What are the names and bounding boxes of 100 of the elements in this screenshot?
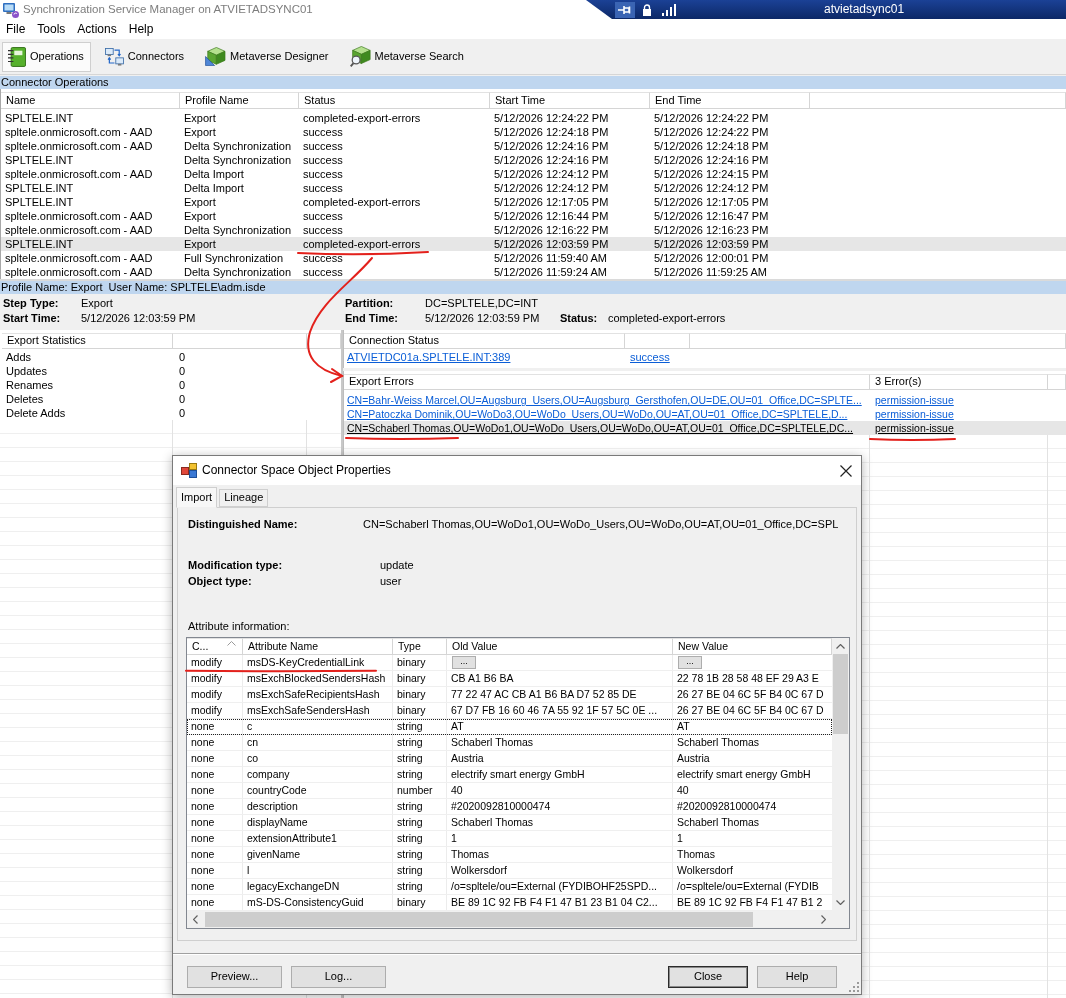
old-value-cell: 40 xyxy=(451,783,463,798)
field-label: Step Type: xyxy=(3,296,59,311)
column-header[interactable]: Status xyxy=(299,92,490,109)
attribute-row[interactable]: none givenName string Thomas Thomas xyxy=(187,847,832,863)
attribute-row[interactable]: modify msExchBlockedSendersHash binary CB A1 B6 BA 22 78 1B 28 58 48 EF 29 A3 E xyxy=(187,671,832,687)
column-header[interactable]: Attribute Name xyxy=(243,638,393,655)
attribute-row[interactable]: modify msDS-KeyCredentialLink binary ... ... xyxy=(187,655,832,671)
toolbar-button[interactable]: Metaverse Search xyxy=(343,41,471,72)
statistic-name: Renames xyxy=(6,378,54,392)
attribute-row[interactable]: none c string AT AT xyxy=(187,719,832,735)
menu-item[interactable]: Actions xyxy=(71,20,123,39)
vertical-scrollbar[interactable] xyxy=(832,638,849,911)
column-header[interactable]: Export Errors xyxy=(344,374,870,390)
column-header[interactable]: Connection Status xyxy=(344,333,625,349)
dialog-button[interactable]: Help xyxy=(757,966,837,988)
linked-computers-icon xyxy=(104,47,124,66)
attribute-row[interactable]: none countryCode number 40 40 xyxy=(187,783,832,799)
resize-grip-icon[interactable] xyxy=(848,981,859,992)
server-link[interactable]: ATVIETDC01a.SPLTELE.INT:389 xyxy=(347,350,511,364)
start-time-cell: 5/12/2026 12:24:16 PM xyxy=(494,153,609,167)
profile-name-cell: Delta Synchronization xyxy=(184,223,291,237)
value-button[interactable]: ... xyxy=(452,656,476,669)
result-link[interactable]: success xyxy=(630,350,670,364)
operation-row[interactable]: spltele.onmicrosoft.com - AAD Full Synchronization success 5/12/2026 11:59:40 AM 5/12/2026 12:00:01 PM xyxy=(1,251,1066,265)
error-row[interactable]: CN=Schaberl Thomas,OU=WoDo1,OU=WoDo_Users,OU=WoDo,OU=AT,OU=01_Office,DC=SPLTELE,DC... permission-issue xyxy=(344,421,1066,435)
attribute-row[interactable]: none description string #2020092810000474 #2020092810000474 xyxy=(187,799,832,815)
scroll-thumb[interactable] xyxy=(833,654,848,734)
operation-row[interactable]: SPLTELE.INT Export completed-export-errors 5/12/2026 12:24:22 PM 5/12/2026 12:24:22 PM xyxy=(1,111,1066,125)
operation-row[interactable]: SPLTELE.INT Export completed-export-errors 5/12/2026 12:17:05 PM 5/12/2026 12:17:05 PM xyxy=(1,195,1066,209)
statistic-name: Delete Adds xyxy=(6,406,66,420)
new-value-cell: Schaberl Thomas xyxy=(677,735,760,750)
object-dn-link[interactable]: CN=Patoczka Dominik,OU=WoDo3,OU=WoDo_Users,OU=WoDo,OU=AT,OU=01_Office,DC=SPLTELE,D... xyxy=(347,407,848,421)
operation-row[interactable]: SPLTELE.INT Export completed-export-errors 5/12/2026 12:03:59 PM 5/12/2026 12:03:59 PM xyxy=(1,237,1066,251)
tab[interactable]: Import xyxy=(176,487,218,508)
scroll-thumb[interactable] xyxy=(205,912,753,927)
attribute-row[interactable]: none legacyExchangeDN string /o=spltele/ou=External (FYDIBOHF25SPD... /o=spltele/ou=External (FYDIB xyxy=(187,879,832,895)
tab[interactable]: Lineage xyxy=(219,489,269,507)
scroll-down-icon[interactable] xyxy=(836,900,845,905)
column-header[interactable]: Old Value xyxy=(447,638,673,655)
scroll-right-icon[interactable] xyxy=(821,915,826,924)
operation-row[interactable]: spltele.onmicrosoft.com - AAD Delta Synchronization success 5/12/2026 12:24:16 PM 5/12/2026 12:24:18 PM xyxy=(1,139,1066,153)
column-header[interactable]: Export Statistics xyxy=(2,333,173,349)
toolbar-button[interactable]: Metaverse Designer xyxy=(199,41,336,72)
toolbar-button[interactable]: Connectors xyxy=(98,41,192,72)
error-row[interactable]: CN=Patoczka Dominik,OU=WoDo3,OU=WoDo_Users,OU=WoDo,OU=AT,OU=01_Office,DC=SPLTELE,D... permission-issue xyxy=(344,407,1066,421)
attribute-row[interactable]: none l string Wolkersdorf Wolkersdorf xyxy=(187,863,832,879)
pin-icon[interactable] xyxy=(615,1,635,18)
operation-row[interactable]: spltele.onmicrosoft.com - AAD Export success 5/12/2026 12:16:44 PM 5/12/2026 12:16:47 PM xyxy=(1,209,1066,223)
horizontal-scrollbar[interactable] xyxy=(187,911,832,928)
section-label: Attribute information: xyxy=(188,619,290,633)
dialog-button[interactable]: Close xyxy=(668,966,748,988)
column-header[interactable]: C... xyxy=(187,638,243,655)
statistic-value: 0 xyxy=(179,378,186,392)
attribute-row[interactable]: none cn string Schaberl Thomas Schaberl Thomas xyxy=(187,735,832,751)
lock-icon[interactable] xyxy=(642,3,652,16)
column-header[interactable]: Name xyxy=(1,92,180,109)
new-value-cell: /o=spltele/ou=External (FYDIB xyxy=(677,879,819,894)
operation-row[interactable]: spltele.onmicrosoft.com - AAD Delta Import success 5/12/2026 12:24:12 PM 5/12/2026 12:24:15 PM xyxy=(1,167,1066,181)
scroll-up-icon[interactable] xyxy=(836,644,845,649)
change-type-cell: none xyxy=(191,831,215,846)
column-header[interactable]: Start Time xyxy=(490,92,650,109)
object-dn-link[interactable]: CN=Schaberl Thomas,OU=WoDo1,OU=WoDo_Users,OU=WoDo,OU=AT,OU=01_Office,DC=SPLTELE,DC... xyxy=(347,421,854,435)
dialog-button[interactable]: Log... xyxy=(291,966,386,988)
object-dn-link[interactable]: CN=Bahr-Weiss Marcel,OU=Augsburg_Users,OU=Augsburg_Gersthofen,OU=DE,OU=01_Office,DC=SPLTE... xyxy=(347,393,862,407)
column-header[interactable]: Type xyxy=(393,638,447,655)
menu-item[interactable]: Tools xyxy=(31,20,72,39)
field-value: update xyxy=(380,559,414,573)
status-cell: completed-export-errors xyxy=(303,195,421,209)
attribute-row[interactable]: none company string electrify smart energy GmbH electrify smart energy GmbH xyxy=(187,767,832,783)
column-header[interactable] xyxy=(307,333,341,349)
operation-row[interactable]: SPLTELE.INT Delta Import success 5/12/2026 12:24:12 PM 5/12/2026 12:24:12 PM xyxy=(1,181,1066,195)
attribute-row[interactable]: none displayName string Schaberl Thomas Schaberl Thomas xyxy=(187,815,832,831)
error-row[interactable]: CN=Bahr-Weiss Marcel,OU=Augsburg_Users,OU=Augsburg_Gersthofen,OU=DE,OU=01_Office,DC=SPLTE... permission-issue xyxy=(344,393,1066,407)
error-type-link[interactable]: permission-issue xyxy=(875,407,954,421)
attribute-row[interactable]: modify msExchSafeSendersHash binary 67 D7 FB 16 60 46 7A 55 92 1F 57 5C 0E ... 26 27 BE 04 6C 5F B4 0C 67 D xyxy=(187,703,832,719)
attribute-row[interactable]: none extensionAttribute1 string 1 1 xyxy=(187,831,832,847)
scroll-left-icon[interactable] xyxy=(193,915,198,924)
type-cell: string xyxy=(397,751,423,766)
column-header[interactable]: 3 Error(s) xyxy=(870,374,1048,390)
column-header[interactable]: Profile Name xyxy=(180,92,299,109)
start-time-cell: 5/12/2026 12:16:44 PM xyxy=(494,209,609,223)
menu-item[interactable]: File xyxy=(0,20,32,39)
menu-item[interactable]: Help xyxy=(122,20,160,39)
error-type-link[interactable]: permission-issue xyxy=(875,393,954,407)
value-button[interactable]: ... xyxy=(678,656,702,669)
start-time-cell: 5/12/2026 12:03:59 PM xyxy=(494,237,609,251)
attribute-row[interactable]: none co string Austria Austria xyxy=(187,751,832,767)
operation-row[interactable]: spltele.onmicrosoft.com - AAD Delta Synchronization success 5/12/2026 11:59:24 AM 5/12/2026 11:59:25 AM xyxy=(1,265,1066,279)
toolbar-button[interactable]: Operations xyxy=(2,41,91,72)
operation-row[interactable]: spltele.onmicrosoft.com - AAD Delta Synchronization success 5/12/2026 12:16:22 PM 5/12/2026 12:16:23 PM xyxy=(1,223,1066,237)
profile-name-cell: Export xyxy=(184,209,216,223)
column-header[interactable]: End Time xyxy=(650,92,810,109)
column-header[interactable]: New Value xyxy=(673,638,832,655)
attribute-row[interactable]: modify msExchSafeRecipientsHash binary 77 22 47 AC CB A1 B6 BA D7 52 85 DE 26 27 BE 04 6C 5F B4 0C 67 D xyxy=(187,687,832,703)
operation-row[interactable]: SPLTELE.INT Delta Synchronization success 5/12/2026 12:24:16 PM 5/12/2026 12:24:16 PM xyxy=(1,153,1066,167)
connector-name-cell: spltele.onmicrosoft.com - AAD xyxy=(5,167,153,181)
connector-name-cell: spltele.onmicrosoft.com - AAD xyxy=(5,139,153,153)
operation-row[interactable]: spltele.onmicrosoft.com - AAD Export success 5/12/2026 12:24:18 PM 5/12/2026 12:24:22 PM xyxy=(1,125,1066,139)
error-type-link[interactable]: permission-issue xyxy=(875,421,954,435)
dialog-button[interactable]: Preview... xyxy=(187,966,282,988)
